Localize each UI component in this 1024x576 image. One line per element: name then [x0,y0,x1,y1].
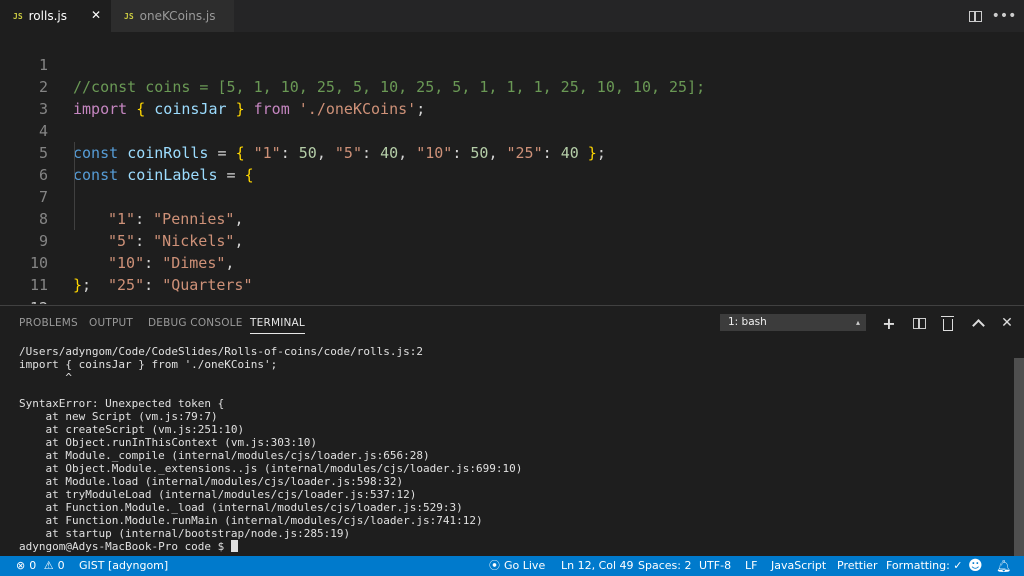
problems-status[interactable]: ⊗ 0 ⚠ 0 [16,556,65,576]
tab-label: rolls.js [28,9,67,23]
broadcast-icon: ⦿ [489,559,500,572]
maximize-panel-icon[interactable] [970,315,986,332]
feedback-smiley-icon[interactable]: ☻ [968,556,983,576]
code-line: 10 }; [0,230,1024,294]
terminal-output[interactable]: /Users/adyngom/Code/CodeSlides/Rolls-of-… [0,342,1014,556]
code-line: 8 "10": "Dimes", [0,186,1024,272]
terminal-line: at startup (internal/bootstrap/node.js:2… [19,527,351,540]
notification-bell-icon[interactable]: 🔔︎ [996,556,1011,576]
panel-tab-bar: PROBLEMS OUTPUT DEBUG CONSOLE TERMINAL 1… [0,306,1024,340]
code-editor[interactable]: 1 //const coins = [5, 1, 10, 25, 5, 10, … [0,32,1024,304]
tab-rolls-js[interactable]: JS rolls.js ✕ [0,0,111,32]
formatting-status[interactable]: Formatting: ✓ [886,556,963,576]
code-line: 5 const coinLabels = { [0,120,1024,184]
warning-count: 0 [57,559,65,572]
code-line: 4 const coinRolls = { "1": 50, "5": 40, … [0,98,1024,162]
code-line: 3 [0,76,1024,118]
trash-icon[interactable] [940,315,956,331]
terminal-prompt-line: adyngom@Adys-MacBook-Pro code $ [19,540,238,553]
status-bar: ⊗ 0 ⚠ 0 GIST [adyngom] ⦿ Go Live Ln 12, Col… [0,556,1024,576]
current-code-line: 12 const coinsCount = coinsJar.reduce(gr… [0,275,1024,304]
code-line: 6 "1": "Pennies", [0,142,1024,228]
gist-status[interactable]: GIST [adyngom] [79,556,168,576]
code-line: 11 [0,252,1024,294]
more-actions-icon[interactable]: ••• [992,7,1017,25]
indent-guide [74,208,75,230]
terminal-selector-value: 1: bash [728,316,767,328]
encoding-status[interactable]: UTF-8 [699,556,731,576]
tab-problems[interactable]: PROBLEMS [19,317,78,329]
indent-guide [74,186,75,208]
tab-label: oneKCoins.js [139,9,216,23]
terminal-line: at Module.load (internal/modules/cjs/loa… [19,475,404,488]
terminal-line: /Users/adyngom/Code/CodeSlides/Rolls-of-… [19,345,423,358]
eol-status[interactable]: LF [745,556,757,576]
code-line: 1 //const coins = [5, 1, 10, 25, 5, 10, … [0,32,1024,96]
terminal-prompt: adyngom@Adys-MacBook-Pro code $ [19,540,231,553]
tab-output[interactable]: OUTPUT [89,317,133,329]
terminal-selector[interactable]: 1: bash ▴ [720,314,866,331]
cursor-position[interactable]: Ln 12, Col 49 [561,556,634,576]
terminal-line: at tryModuleLoad (internal/modules/cjs/l… [19,488,417,501]
terminal-cursor [230,540,238,552]
javascript-file-icon: JS [13,11,23,21]
bottom-panel: PROBLEMS OUTPUT DEBUG CONSOLE TERMINAL 1… [0,305,1024,557]
tab-onekcoins-js[interactable]: JS oneKCoins.js [111,0,234,32]
chevron-updown-icon: ▴ [855,318,860,327]
terminal-line: at Object.Module._extensions..js (intern… [19,462,523,475]
line-number: 12 [0,297,48,304]
terminal-line: at Object.runInThisContext (vm.js:303:10… [19,436,318,449]
error-count: 0 [29,559,37,572]
code-line: 7 "5": "Nickels", [0,164,1024,250]
editor-actions: ••• [966,0,1024,32]
tab-terminal[interactable]: TERMINAL [250,317,305,334]
terminal-scrollbar[interactable] [1014,358,1024,557]
close-panel-icon[interactable]: ✕ [999,315,1015,331]
go-live-label: Go Live [504,559,546,572]
indentation-status[interactable]: Spaces: 2 [638,556,691,576]
new-terminal-icon[interactable]: + [881,314,897,333]
split-terminal-icon[interactable] [911,315,927,331]
terminal-line: at createScript (vm.js:251:10) [19,423,245,436]
terminal-line: at Function.Module._load (internal/modul… [19,501,463,514]
close-icon[interactable]: ✕ [91,8,101,22]
indent-guide [74,142,75,164]
terminal-line: at Module._compile (internal/modules/cjs… [19,449,430,462]
split-editor-icon[interactable] [966,7,984,25]
code-line: 2 import { coinsJar } from './oneKCoins'… [0,54,1024,118]
code-line: 9 "25": "Quarters" [0,208,1024,294]
tab-debug-console[interactable]: DEBUG CONSOLE [148,317,243,329]
prettier-status[interactable]: Prettier [837,556,877,576]
terminal-line: SyntaxError: Unexpected token { [19,397,225,410]
language-mode[interactable]: JavaScript [771,556,826,576]
error-icon: ⊗ [16,559,26,572]
editor-tab-bar: JS rolls.js ✕ JS oneKCoins.js ••• [0,0,1024,32]
indent-guide [74,164,75,186]
terminal-line: at Function.Module.runMain (internal/mod… [19,514,483,527]
terminal-line: at new Script (vm.js:79:7) [19,410,218,423]
terminal-line: import { coinsJar } from './oneKCoins'; [19,358,278,371]
terminal-line: ^ [19,371,72,384]
warning-icon: ⚠ [43,559,54,572]
go-live-button[interactable]: ⦿ Go Live [489,556,545,576]
javascript-file-icon: JS [124,11,134,21]
